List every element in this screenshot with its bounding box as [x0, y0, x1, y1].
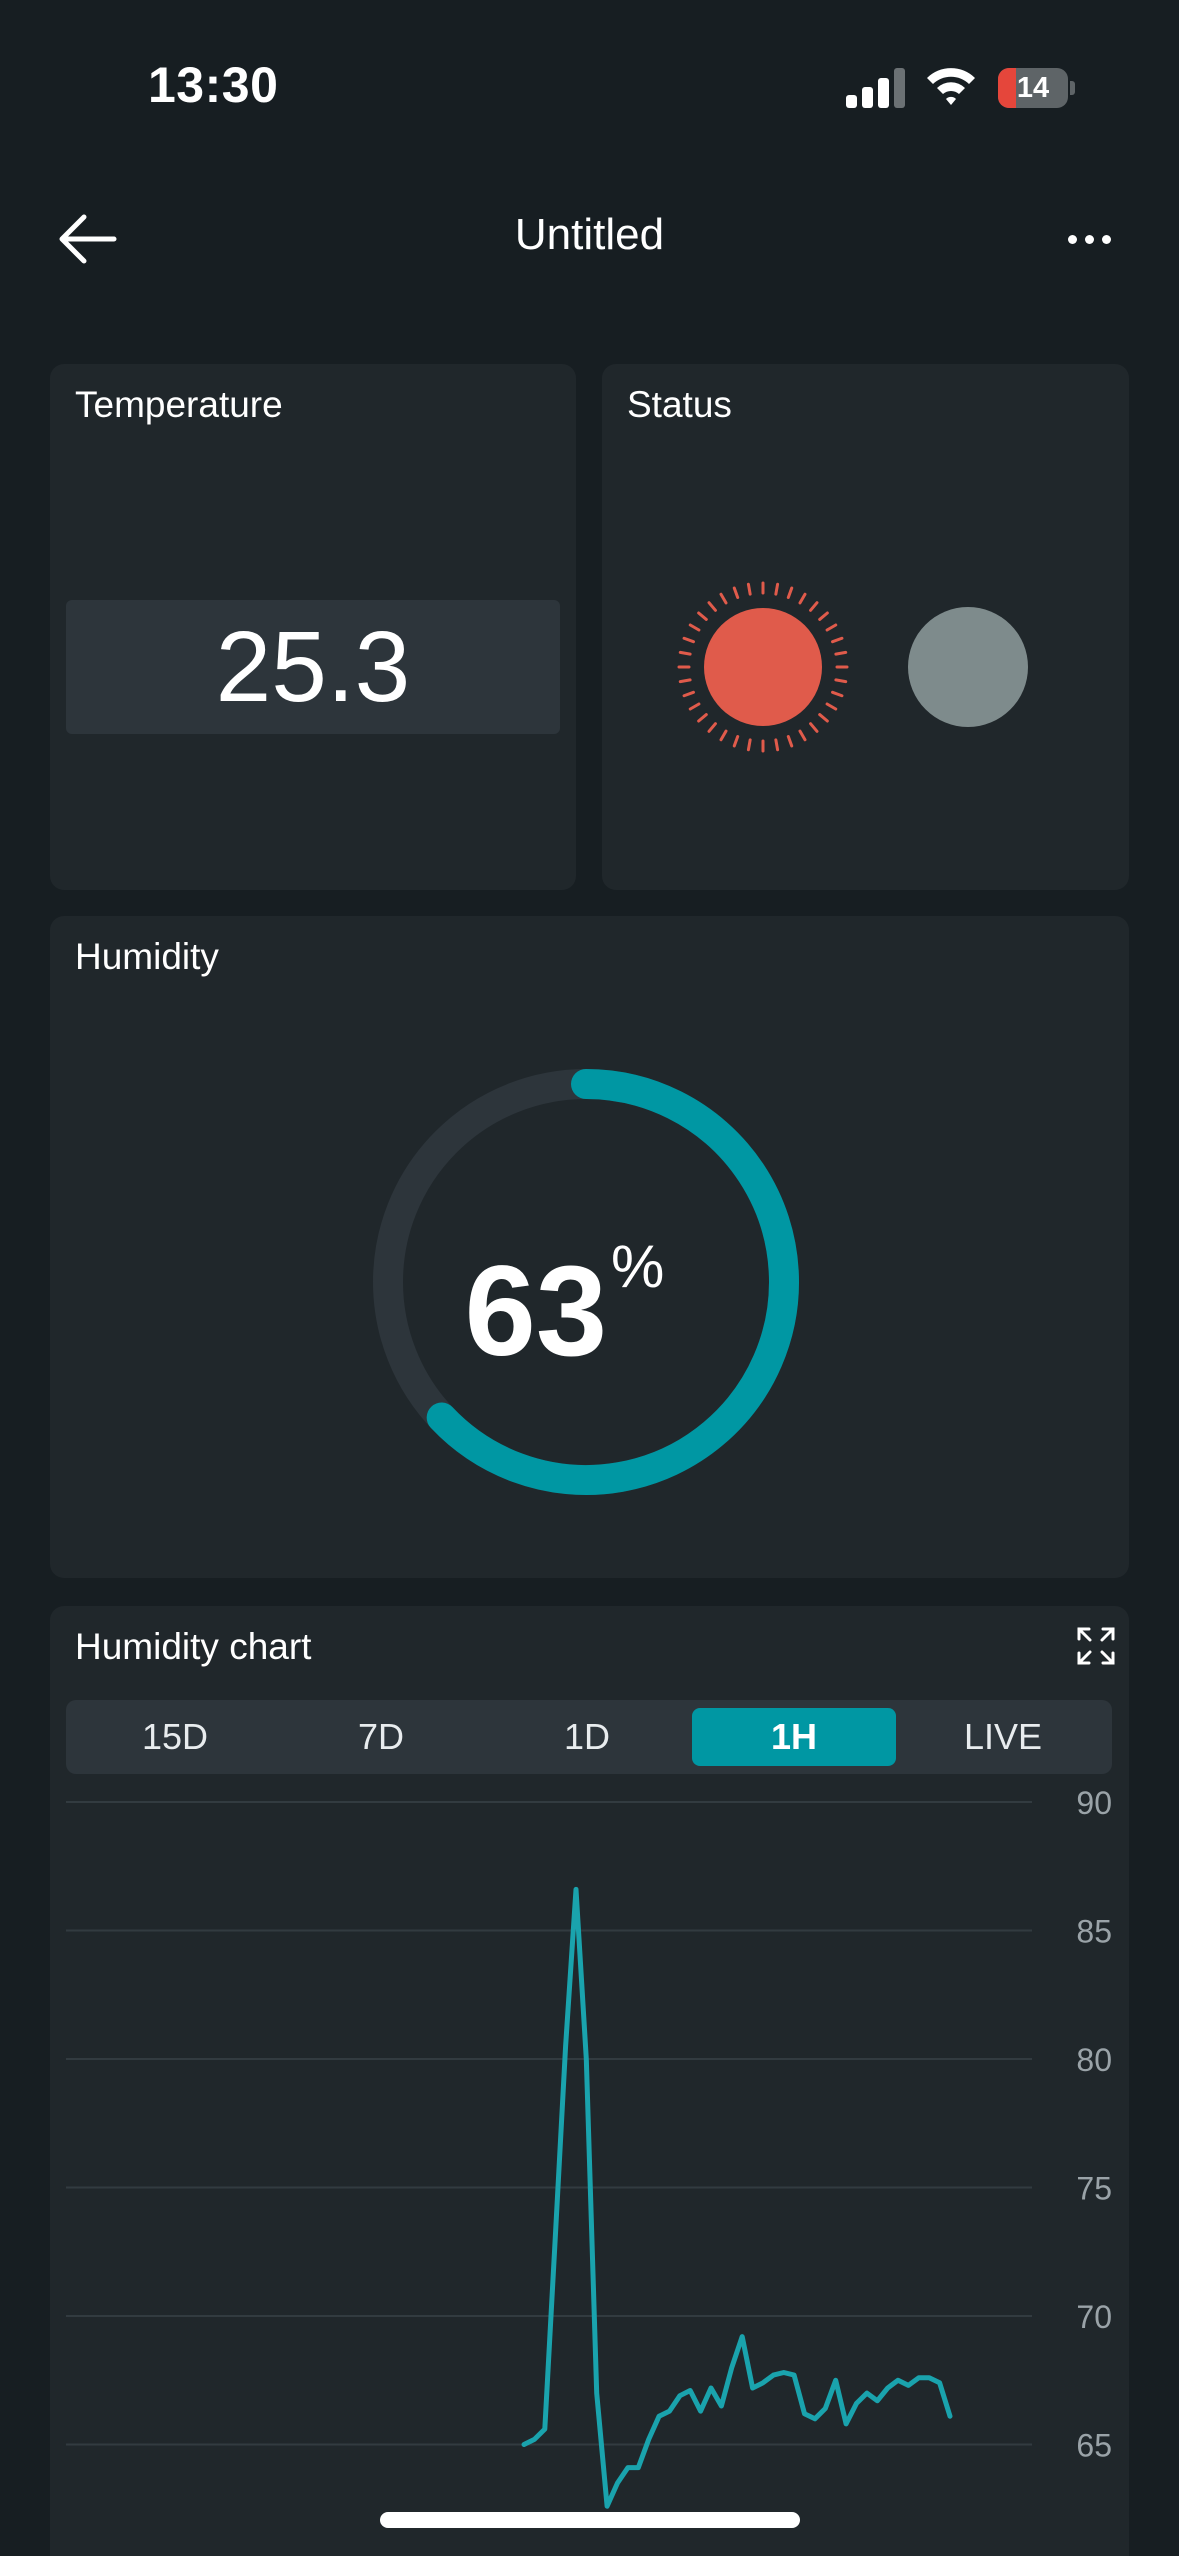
battery-icon: 14 [998, 68, 1075, 108]
app-screen: 13:30 14 Untitled Temperature 25.3 Statu… [0, 0, 1179, 2556]
led-glow-tick [678, 650, 692, 656]
temperature-card: Temperature 25.3 [50, 364, 576, 890]
led-glow-tick [688, 702, 701, 711]
status-time: 13:30 [148, 57, 279, 113]
led-glow-tick [707, 722, 717, 733]
humidity-chart-card: Humidity chart 15D 7D 1D 1H LIVE 90 85 80 7… [50, 1606, 1129, 2556]
led-glow-tick [682, 690, 695, 698]
status-led-inactive [908, 607, 1028, 727]
led-glow-tick [798, 729, 807, 742]
led-glow-tick [834, 678, 848, 684]
led-glow-tick [831, 690, 844, 698]
led-glow-tick [809, 722, 819, 733]
led-glow-tick [746, 582, 752, 596]
led-glow-tick [697, 713, 708, 723]
led-glow-tick [732, 586, 740, 599]
home-indicator[interactable] [380, 2512, 800, 2528]
led-glow-tick [809, 601, 819, 612]
led-glow-tick [774, 738, 780, 752]
humidity-value: 63 [464, 1240, 607, 1383]
status-card: Status [602, 364, 1129, 890]
led-glow-tick [719, 592, 728, 605]
led-glow-tick [825, 623, 838, 632]
led-glow-tick [831, 636, 844, 644]
y-tick-label: 75 [1076, 2171, 1112, 2207]
led-glow-tick [746, 738, 752, 752]
humidity-card: Humidity 63% [50, 916, 1129, 1578]
humidity-readout: 63% [0, 1232, 1129, 1385]
cellular-signal-icon [846, 68, 906, 108]
humidity-title: Humidity [75, 936, 219, 977]
led-glow-tick [834, 650, 848, 656]
temperature-value: 25.3 [66, 600, 560, 734]
led-glow-tick [786, 586, 794, 599]
led-glow-tick [774, 582, 780, 596]
led-glow-tick [719, 729, 728, 742]
y-tick-label: 80 [1076, 2042, 1112, 2078]
humidity-series-line [521, 1886, 953, 2509]
status-led-active [704, 608, 822, 726]
led-glow-tick [818, 713, 829, 723]
page-title: Untitled [514, 210, 665, 259]
led-glow-tick [688, 623, 701, 632]
humidity-unit: % [611, 1233, 665, 1300]
humidity-line-chart: 90 85 80 75 70 65 [66, 1785, 1112, 2509]
y-tick-label: 90 [1076, 1785, 1112, 1821]
temperature-title: Temperature [75, 384, 283, 425]
led-glow-tick [682, 636, 695, 644]
y-tick-label: 85 [1076, 1914, 1112, 1950]
led-glow-tick [825, 702, 838, 711]
y-tick-label: 70 [1076, 2299, 1112, 2335]
led-glow-tick [678, 678, 692, 684]
status-leds [677, 581, 1028, 753]
led-glow-tick [786, 735, 794, 748]
led-glow-tick [818, 611, 829, 621]
y-tick-label: 65 [1076, 2428, 1112, 2464]
led-glow-tick [798, 592, 807, 605]
led-glow-tick [707, 601, 717, 612]
wifi-icon [925, 62, 977, 108]
more-options-button[interactable] [1068, 226, 1112, 252]
led-glow-tick [732, 735, 740, 748]
led-glow-tick [697, 611, 708, 621]
battery-level: 14 [1016, 72, 1050, 104]
